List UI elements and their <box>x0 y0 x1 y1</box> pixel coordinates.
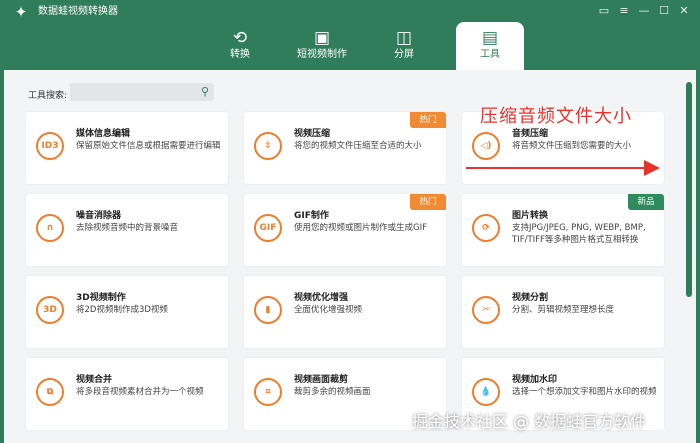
tool-description: 使用您的视频或图片制作或生成GIF <box>294 223 427 233</box>
tool-description: 选择一个想添加文字和图片水印的视频 <box>512 387 657 397</box>
search-input[interactable] <box>70 87 190 105</box>
scissors-icon: ✂ <box>472 296 500 324</box>
image-convert-icon: ⟳ <box>472 214 500 242</box>
compress-icon: ⇳ <box>254 132 282 160</box>
tab-split-screen[interactable]: ◫ 分屏 <box>364 22 444 70</box>
menu-icon[interactable]: ≡ <box>614 2 634 20</box>
tool-title: 噪音消除器 <box>76 211 122 221</box>
tool-title: 3D视频制作 <box>76 293 126 303</box>
crop-icon: ⌗ <box>254 378 282 406</box>
tab-label: 转换 <box>230 49 250 60</box>
app-title: 数据蛙视频转换器 <box>38 6 118 17</box>
tool-card-video-split[interactable]: ✂ 视频分割 分割、剪辑视频至理想长度 <box>462 276 664 348</box>
scrollbar[interactable] <box>686 82 692 297</box>
tool-card-gif-maker[interactable]: GIF GIF制作 使用您的视频或图片制作或生成GIF 热门 <box>244 194 446 266</box>
tool-title: 图片转换 <box>512 211 549 221</box>
tool-description: 将多段音视频素材合并为一个视频 <box>76 387 204 397</box>
tool-title: GIF制作 <box>294 211 329 221</box>
split-screen-icon: ◫ <box>395 28 413 48</box>
tool-title: 视频分割 <box>512 293 549 303</box>
tool-description: 将2D视频制作成3D视频 <box>76 305 168 315</box>
title-bar: ✦ 数据蛙视频转换器 ▭ ≡ — ☐ ✕ ⟲ 转换 ▣ 短视频制作 ◫ 分屏 ▤… <box>0 0 700 70</box>
hot-badge: 热门 <box>410 112 446 128</box>
search-box: ⚲ <box>70 83 214 105</box>
new-badge: 新品 <box>628 194 664 210</box>
tool-description: 分割、剪辑视频至理想长度 <box>512 305 615 315</box>
image-icon: ▣ <box>313 28 331 48</box>
tool-description: 裁剪多余的视频画面 <box>294 387 371 397</box>
tab-label: 短视频制作 <box>297 49 347 60</box>
tool-description: 将音频文件压缩到您需要的大小 <box>512 141 632 151</box>
window-controls: ▭ ≡ — ☐ ✕ <box>594 2 694 20</box>
3d-icon: 3D <box>36 296 64 324</box>
maximize-icon[interactable]: ☐ <box>654 2 674 20</box>
tool-title: 视频画面裁剪 <box>294 375 349 385</box>
search-label: 工具搜索: <box>28 91 68 101</box>
id3-icon: ID3 <box>36 132 64 160</box>
tool-description: 去除视频音频中的背景噪音 <box>76 223 179 233</box>
tool-description: 全面优化增强视频 <box>294 305 363 315</box>
annotation-arrow <box>466 160 660 176</box>
tool-card-noise-removal[interactable]: ∩ 噪音消除器 去除视频音频中的背景噪音 <box>26 194 228 266</box>
tool-title: 视频加水印 <box>512 375 558 385</box>
tool-title: 视频优化增强 <box>294 293 349 303</box>
close-icon[interactable]: ✕ <box>674 2 694 20</box>
headphone-icon: ∩ <box>36 214 64 242</box>
tab-convert[interactable]: ⟲ 转换 <box>200 22 280 70</box>
tab-label: 工具 <box>480 49 500 60</box>
annotation-text: 压缩音频文件大小 <box>480 106 632 127</box>
search-icon[interactable]: ⚲ <box>201 85 209 99</box>
tool-title: 视频合并 <box>76 375 113 385</box>
minimize-icon[interactable]: — <box>634 2 654 20</box>
tab-short-video[interactable]: ▣ 短视频制作 <box>282 22 362 70</box>
tool-card-video-compress[interactable]: ⇳ 视频压缩 将您的视频文件压缩至合适的大小 热门 <box>244 112 446 184</box>
tool-title: 视频压缩 <box>294 129 331 139</box>
tool-card-image-convert[interactable]: ⟳ 图片转换 支持JPG/JPEG, PNG, WEBP, BMP, TIF/T… <box>462 194 664 266</box>
convert-icon: ⟲ <box>232 28 248 48</box>
feedback-icon[interactable]: ▭ <box>594 2 614 20</box>
main-tabs: ⟲ 转换 ▣ 短视频制作 ◫ 分屏 ▤ 工具 <box>200 22 526 70</box>
tab-tools[interactable]: ▤ 工具 <box>456 22 524 70</box>
tool-description: 将您的视频文件压缩至合适的大小 <box>294 141 422 151</box>
watermark-text: 掘金技术社区 @ 数据蛙官方软件 <box>412 412 647 431</box>
watermark-icon: 💧 <box>472 378 500 406</box>
tool-card-video-merge[interactable]: ⧉ 视频合并 将多段音视频素材合并为一个视频 <box>26 358 228 430</box>
tab-label: 分屏 <box>394 49 414 60</box>
tool-title: 媒体信息编辑 <box>76 129 131 139</box>
tool-card-media-info[interactable]: ID3 媒体信息编辑 保留原始文件信息或根据需要进行编辑 <box>26 112 228 184</box>
frog-logo-icon: ✦ <box>14 3 28 21</box>
tool-description: 支持JPG/JPEG, PNG, WEBP, BMP, TIF/TIFF等多种图… <box>512 223 646 245</box>
hot-badge: 热门 <box>410 194 446 210</box>
gif-icon: GIF <box>254 214 282 242</box>
audio-compress-icon: ◁) <box>472 132 500 160</box>
tool-card-video-enhance[interactable]: ▮ 视频优化增强 全面优化增强视频 <box>244 276 446 348</box>
enhance-icon: ▮ <box>254 296 282 324</box>
tool-description: 保留原始文件信息或根据需要进行编辑 <box>76 141 221 151</box>
tool-card-3d-video[interactable]: 3D 3D视频制作 将2D视频制作成3D视频 <box>26 276 228 348</box>
merge-icon: ⧉ <box>36 378 64 406</box>
toolbox-icon: ▤ <box>481 28 499 48</box>
